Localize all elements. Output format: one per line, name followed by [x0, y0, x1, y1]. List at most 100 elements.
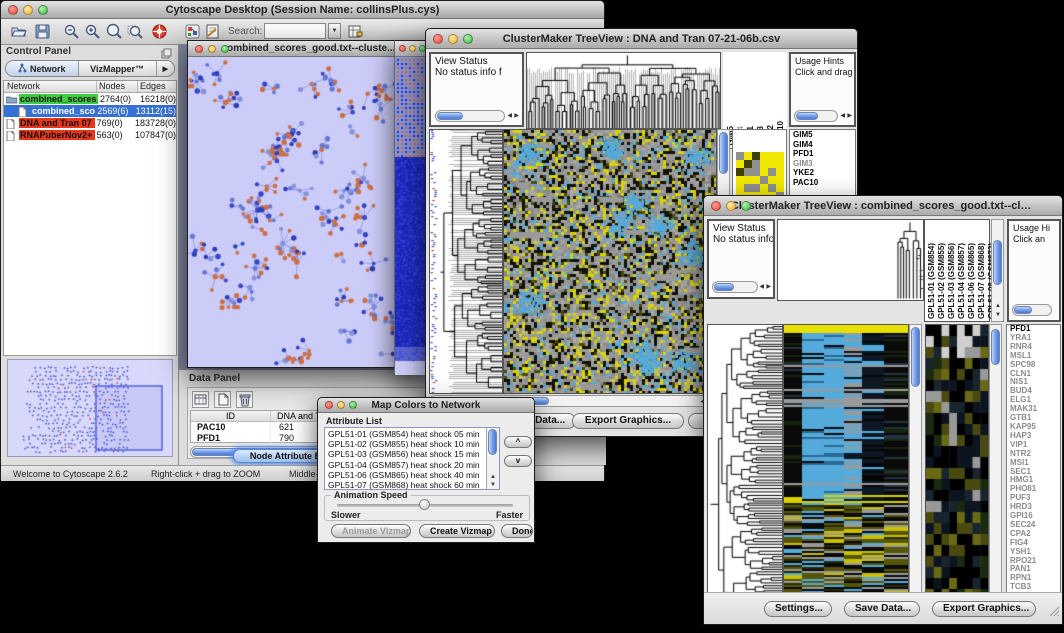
- treeview-combined-titlebar[interactable]: ClusterMaker TreeView : combined_scores_…: [704, 196, 1062, 216]
- close-button[interactable]: [195, 45, 203, 53]
- gene-label[interactable]: PFD1: [793, 149, 855, 159]
- done-button[interactable]: Done: [501, 524, 533, 538]
- treeview-dna-titlebar[interactable]: ClusterMaker TreeView : DNA and Tran 07-…: [426, 29, 857, 49]
- zoom-button[interactable]: [221, 45, 229, 53]
- tv2-detail-vscroll-thumb[interactable]: [991, 329, 1000, 365]
- tv2-usage-hscrollbar[interactable]: [1012, 304, 1052, 316]
- tv2-usage-hscroll-thumb[interactable]: [1014, 306, 1032, 314]
- minimize-button[interactable]: [23, 5, 33, 15]
- network-row[interactable]: combined_scores_2764(0)16218(0): [4, 93, 176, 105]
- tv1-summary-heatmap[interactable]: [736, 152, 784, 200]
- tv2-status-hscroll-thumb[interactable]: [714, 283, 734, 291]
- attribute-list-item[interactable]: GPL51-07 (GSM868) heat shock 60 min: [328, 480, 485, 490]
- tab-vizmapper[interactable]: VizMapper™: [79, 61, 157, 76]
- tv2-settings-button[interactable]: Settings...: [764, 601, 832, 617]
- annotation-icon[interactable]: [204, 23, 221, 40]
- tv2-detail-vscrollbar[interactable]: ▲ ▼: [989, 324, 1002, 612]
- close-button[interactable]: [325, 401, 333, 409]
- gene-label[interactable]: YKE2: [793, 168, 855, 178]
- network-row[interactable]: RNAPuberNov2+563(0)107847(0): [4, 129, 176, 141]
- tv2-save-data-button[interactable]: Save Data...: [844, 601, 920, 617]
- tv1-usage-hscroll-thumb[interactable]: [796, 112, 818, 120]
- tv1-usage-hscrollbar[interactable]: [794, 110, 838, 122]
- import-table-icon[interactable]: [347, 23, 364, 40]
- zoom-button[interactable]: [349, 401, 357, 409]
- tv1-vscroll-thumb[interactable]: [719, 132, 728, 174]
- attribute-list-item[interactable]: GPL51-04 (GSM857) heat shock 20 min: [328, 460, 485, 470]
- animate-vizmap-button[interactable]: Animate Vizmap: [331, 524, 411, 538]
- dialog-titlebar[interactable]: Map Colors to Network: [318, 398, 534, 413]
- network-graph-canvas[interactable]: [188, 57, 429, 367]
- attribute-list-item[interactable]: GPL51-03 (GSM856) heat shock 15 min: [328, 449, 485, 459]
- tv2-collabel-up[interactable]: ▲: [995, 303, 1001, 309]
- tv2-vscrollbar[interactable]: ▲ ▼: [909, 324, 922, 612]
- main-titlebar[interactable]: Cytoscape Desktop (Session Name: collins…: [1, 1, 604, 19]
- tv1-status-right-arrow[interactable]: ▶: [514, 113, 519, 119]
- tv1-row-dendrogram[interactable]: [438, 129, 503, 394]
- gene-label[interactable]: GIM5: [793, 130, 855, 140]
- open-file-icon[interactable]: [10, 23, 27, 40]
- attribute-list-item[interactable]: GPL51-02 (GSM855) heat shock 10 min: [328, 439, 485, 449]
- new-attribute-icon[interactable]: [214, 391, 231, 408]
- tv2-row-dendrogram[interactable]: [707, 324, 783, 614]
- tv2-export-graphics-button[interactable]: Export Graphics...: [932, 601, 1036, 617]
- tv2-vscroll-thumb[interactable]: [911, 327, 920, 387]
- network-row[interactable]: combined_sco2569(6)13112(15): [4, 105, 176, 117]
- delete-attribute-icon[interactable]: [236, 391, 253, 408]
- network-overview-thumbnail[interactable]: [7, 359, 173, 457]
- tv2-column-dendrogram[interactable]: [777, 219, 924, 301]
- zoom-selected-icon[interactable]: [105, 23, 122, 40]
- animation-slider-thumb[interactable]: [419, 499, 430, 510]
- zoom-button[interactable]: [463, 34, 473, 44]
- data-col-id[interactable]: ID: [191, 411, 271, 421]
- zoom-button[interactable]: [741, 201, 751, 211]
- move-up-button[interactable]: ^: [504, 436, 532, 448]
- attribute-list-vscroll-thumb[interactable]: [488, 429, 497, 455]
- tv2-collabel-vscrollbar[interactable]: ▲ ▼: [991, 219, 1004, 322]
- col-network[interactable]: Network: [4, 81, 97, 92]
- zoom-out-icon[interactable]: [63, 23, 80, 40]
- close-button[interactable]: [433, 34, 443, 44]
- tv1-heatmap-canvas[interactable]: [503, 129, 717, 394]
- zoom-fit-icon[interactable]: [126, 23, 143, 40]
- tab-network[interactable]: Network: [6, 61, 79, 76]
- search-dropdown-button[interactable]: ▼: [328, 23, 341, 39]
- close-button[interactable]: [399, 45, 406, 52]
- help-icon[interactable]: [151, 23, 168, 40]
- tv2-gene-list[interactable]: PFD1YRA1RNR4MSL1SPC98CLN1NIS1BUD4ELG1MAK…: [1006, 324, 1061, 612]
- attribute-list[interactable]: GPL51-01 (GSM854) heat shock 05 minGPL51…: [325, 429, 485, 490]
- tv2-status-hscrollbar[interactable]: [712, 281, 758, 293]
- tv2-zoom-heatmap-canvas[interactable]: [925, 324, 989, 612]
- table-view-icon[interactable]: [192, 391, 209, 408]
- zoom-in-icon[interactable]: [84, 23, 101, 40]
- tv1-usage-left-arrow[interactable]: ◀: [840, 113, 845, 119]
- tv2-status-left-arrow[interactable]: ◀: [759, 284, 764, 290]
- minimize-button[interactable]: [337, 401, 345, 409]
- network-overview-icon[interactable]: [184, 23, 201, 40]
- gene-label[interactable]: PAC10: [793, 178, 855, 188]
- minimize-button[interactable]: [726, 201, 736, 211]
- resize-grip[interactable]: [1048, 604, 1060, 622]
- close-button[interactable]: [711, 201, 721, 211]
- save-icon[interactable]: [34, 23, 51, 40]
- search-input[interactable]: [264, 23, 326, 39]
- minimize-button[interactable]: [409, 45, 416, 52]
- zoom-button[interactable]: [38, 5, 48, 15]
- tv2-collabel-vscroll-thumb[interactable]: [993, 240, 1002, 285]
- network-view-titlebar[interactable]: combined_scores_good.txt--cluste...: [188, 41, 429, 57]
- move-down-button[interactable]: v: [504, 455, 532, 467]
- tab-overflow-arrow[interactable]: ▶: [157, 61, 174, 76]
- attribute-list-up[interactable]: ▲: [490, 474, 496, 480]
- tv1-export-graphics-button[interactable]: Export Graphics...: [572, 413, 684, 429]
- attribute-list-item[interactable]: GPL51-06 (GSM865) heat shock 40 min: [328, 470, 485, 480]
- col-edges[interactable]: Edges: [138, 81, 176, 92]
- tv1-column-dendrogram[interactable]: [526, 52, 721, 129]
- close-button[interactable]: [8, 5, 18, 15]
- attribute-list-item[interactable]: GPL51-01 (GSM854) heat shock 05 min: [328, 429, 485, 439]
- tv2-status-right-arrow[interactable]: ▶: [766, 284, 771, 290]
- tv2-heatmap-canvas[interactable]: [783, 324, 909, 614]
- minimize-button[interactable]: [448, 34, 458, 44]
- attribute-list-down[interactable]: ▼: [490, 482, 496, 488]
- gene-label[interactable]: GIM4: [793, 140, 855, 150]
- network-row[interactable]: DNA and Tran 07769(0)183728(0): [4, 117, 176, 129]
